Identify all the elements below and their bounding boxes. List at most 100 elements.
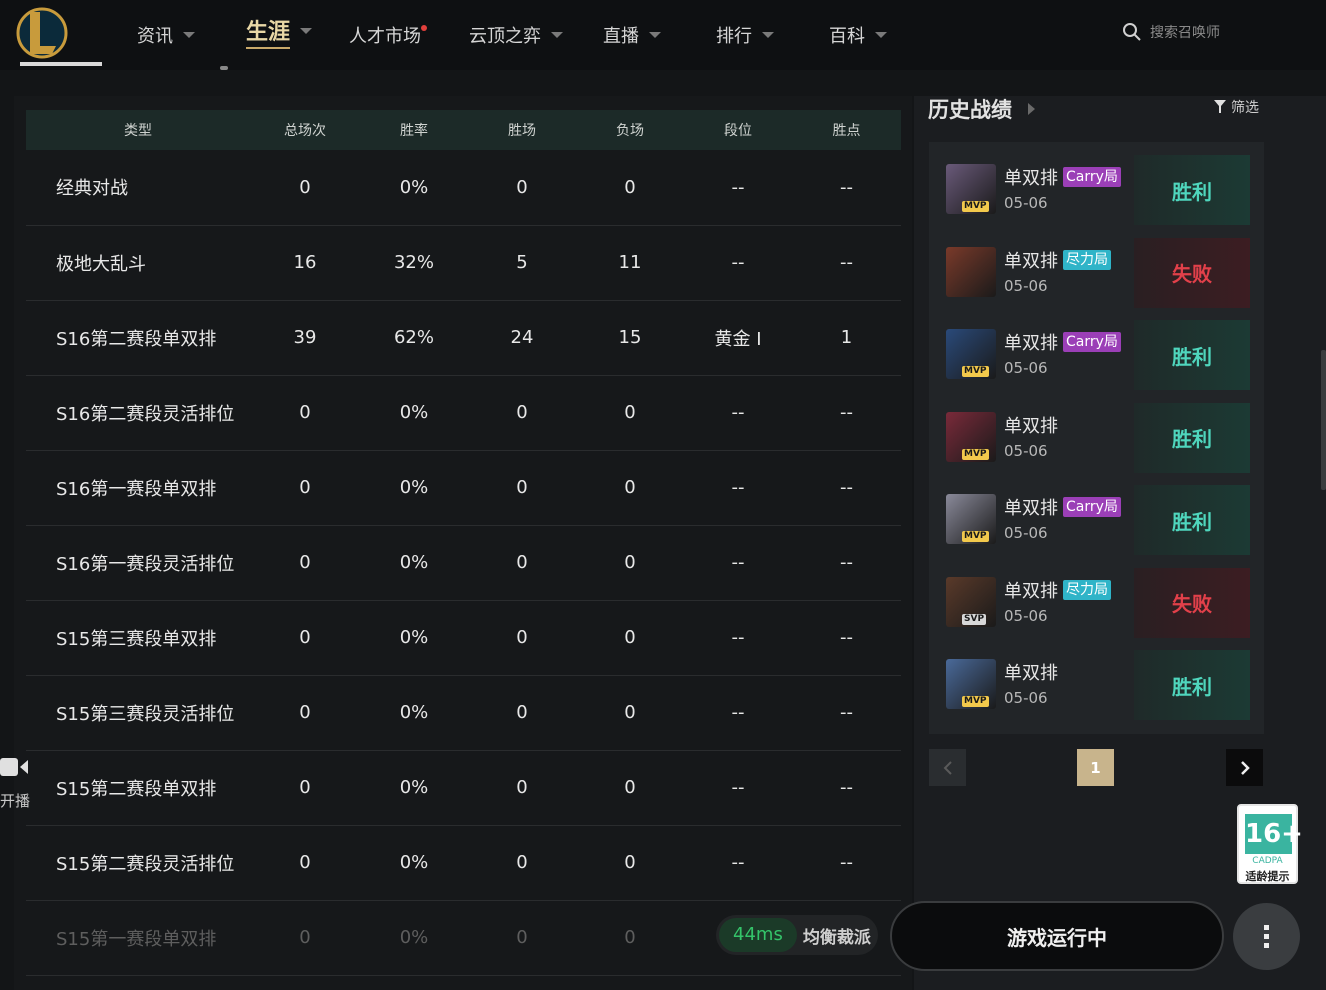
champion-avatar	[946, 246, 996, 297]
nav-item-label: 百科	[829, 26, 865, 47]
filter-icon	[1214, 100, 1226, 113]
table-cell: 0	[468, 150, 576, 226]
lol-logo-icon[interactable]	[16, 6, 68, 60]
nav-item-6[interactable]: 百科	[829, 20, 887, 50]
table-cell: 0	[250, 525, 360, 601]
match-item[interactable]: MVP 单双排 05-06 胜利	[929, 637, 1264, 720]
table-cell: 24	[468, 300, 576, 376]
history-title[interactable]: 历史战绩	[928, 94, 1035, 124]
table-cell: --	[792, 450, 901, 526]
table-cell: 0	[250, 150, 360, 226]
table-cell: S16第二赛段灵活排位	[26, 375, 250, 451]
mvp-badge: MVP	[962, 448, 989, 460]
match-mode-label: 单双排	[1004, 498, 1058, 519]
match-item[interactable]: MVP 单双排 Carry局 05-06 胜利	[929, 472, 1264, 555]
match-item[interactable]: 单双排 尽力局 05-06 失败	[929, 225, 1264, 308]
mvp-badge: MVP	[962, 696, 989, 707]
match-item[interactable]: SVP 单双排 尽力局 05-06 失败	[929, 555, 1264, 638]
nav-item-2[interactable]: 人才市场	[349, 20, 427, 50]
match-result: 胜利	[1134, 155, 1250, 225]
table-cell: 0	[576, 825, 684, 901]
match-mode: 单双排 尽力局	[1004, 577, 1111, 603]
filter-button[interactable]: 筛选	[1214, 97, 1259, 117]
scrollbar[interactable]	[1321, 350, 1326, 490]
table-cell: --	[792, 675, 901, 751]
server-status[interactable]: 44ms 均衡裁派	[716, 915, 878, 955]
match-mode: 单双排 Carry局	[1004, 494, 1121, 520]
rank-table: 类型 总场次 胜率 胜场 负场 段位 胜点 经典对战 0 0% 0 0 -- -- 极地大乱斗 16 32% 5…	[26, 110, 901, 976]
nav-item-1[interactable]: 生涯	[246, 14, 313, 49]
table-cell: --	[792, 600, 901, 676]
table-cell: 0%	[360, 600, 468, 676]
match-item[interactable]: MVP 单双排 05-06 胜利	[929, 390, 1264, 473]
table-cell: --	[684, 750, 792, 826]
table-row[interactable]: S16第一赛段单双排 0 0% 0 0 -- --	[26, 450, 901, 526]
nav-item-label: 生涯	[246, 14, 291, 49]
history-title-label: 历史战绩	[928, 98, 1012, 122]
match-date: 05-06	[1004, 524, 1048, 542]
table-cell: 32%	[360, 225, 468, 301]
champion-avatar: MVP	[946, 659, 996, 709]
match-date: 05-06	[1004, 606, 1048, 625]
table-cell: --	[792, 525, 901, 601]
match-result: 失败	[1134, 237, 1250, 308]
nav-item-5[interactable]: 排行	[716, 20, 774, 50]
table-cell: 0	[468, 450, 576, 526]
search-box[interactable]: 搜索召唤师	[1122, 22, 1220, 42]
more-menu-button[interactable]	[1233, 903, 1300, 970]
table-row[interactable]: S15第三赛段单双排 0 0% 0 0 -- --	[26, 600, 901, 676]
table-cell: 0	[250, 600, 360, 676]
table-cell: --	[684, 525, 792, 601]
mvp-badge: SVP	[962, 613, 987, 625]
table-cell: S16第一赛段灵活排位	[26, 525, 250, 601]
match-mode: 单双排	[1004, 659, 1058, 685]
column-header: 总场次	[284, 123, 326, 139]
match-result: 胜利	[1134, 650, 1250, 720]
next-page-button[interactable]	[1226, 749, 1263, 786]
camera-icon	[0, 758, 28, 776]
table-cell: 0	[468, 600, 576, 676]
table-cell: 0	[576, 600, 684, 676]
table-cell: 0	[250, 900, 360, 976]
match-date: 05-06	[1004, 441, 1048, 460]
table-row[interactable]: S16第一赛段灵活排位 0 0% 0 0 -- --	[26, 525, 901, 601]
match-mode: 单双排 Carry局	[1004, 329, 1121, 355]
table-cell: 0	[468, 675, 576, 751]
table-cell: --	[684, 375, 792, 451]
table-row[interactable]: S16第二赛段单双排 39 62% 24 15 黄金 Ⅰ1	[26, 300, 901, 376]
server-region: 均衡裁派	[802, 927, 871, 948]
table-row[interactable]: S15第二赛段灵活排位 0 0% 0 0 -- --	[26, 825, 901, 901]
match-mode-label: 单双排	[1004, 580, 1058, 602]
table-cell: 0%	[360, 525, 468, 601]
nav-item-label: 资讯	[137, 26, 173, 47]
table-cell: 0	[576, 450, 684, 526]
table-cell: 0	[250, 825, 360, 901]
table-row[interactable]: S16第二赛段灵活排位 0 0% 0 0 -- --	[26, 375, 901, 451]
table-header-row: 类型 总场次 胜率 胜场 负场 段位 胜点	[26, 110, 901, 150]
game-running-button[interactable]: 游戏运行中	[890, 901, 1224, 971]
table-row[interactable]: S15第二赛段单双排 0 0% 0 0 -- --	[26, 750, 901, 826]
match-item[interactable]: MVP 单双排 Carry局 05-06 胜利	[929, 142, 1264, 225]
nav-item-0[interactable]: 资讯	[137, 20, 195, 50]
table-cell: 0	[468, 900, 576, 976]
table-row[interactable]: 经典对战 0 0% 0 0 -- --	[26, 150, 901, 226]
table-cell: 0%	[360, 825, 468, 901]
table-cell: 0	[468, 375, 576, 451]
page-number[interactable]: 1	[1077, 749, 1114, 786]
nav-item-label: 直播	[603, 26, 639, 47]
table-row[interactable]: S15第三赛段灵活排位 0 0% 0 0 -- --	[26, 675, 901, 751]
prev-page-button[interactable]	[929, 749, 966, 786]
age-rating-org: CADPA	[1252, 856, 1283, 866]
nav-item-4[interactable]: 直播	[603, 20, 661, 50]
table-row[interactable]: 极地大乱斗 16 32% 5 11 -- --	[26, 225, 901, 301]
mvp-badge: MVP	[962, 531, 989, 542]
table-cell: 经典对战	[26, 150, 250, 226]
champion-avatar: SVP	[946, 576, 996, 627]
match-mode: 单双排	[1004, 412, 1058, 438]
match-mode: 单双排 尽力局	[1004, 247, 1111, 273]
match-item[interactable]: MVP 单双排 Carry局 05-06 胜利	[929, 307, 1264, 390]
table-cell: 0	[468, 750, 576, 826]
nav-item-3[interactable]: 云顶之弈	[469, 20, 563, 50]
start-stream-button[interactable]: 开播	[0, 752, 40, 812]
column-header: 负场	[616, 123, 644, 139]
